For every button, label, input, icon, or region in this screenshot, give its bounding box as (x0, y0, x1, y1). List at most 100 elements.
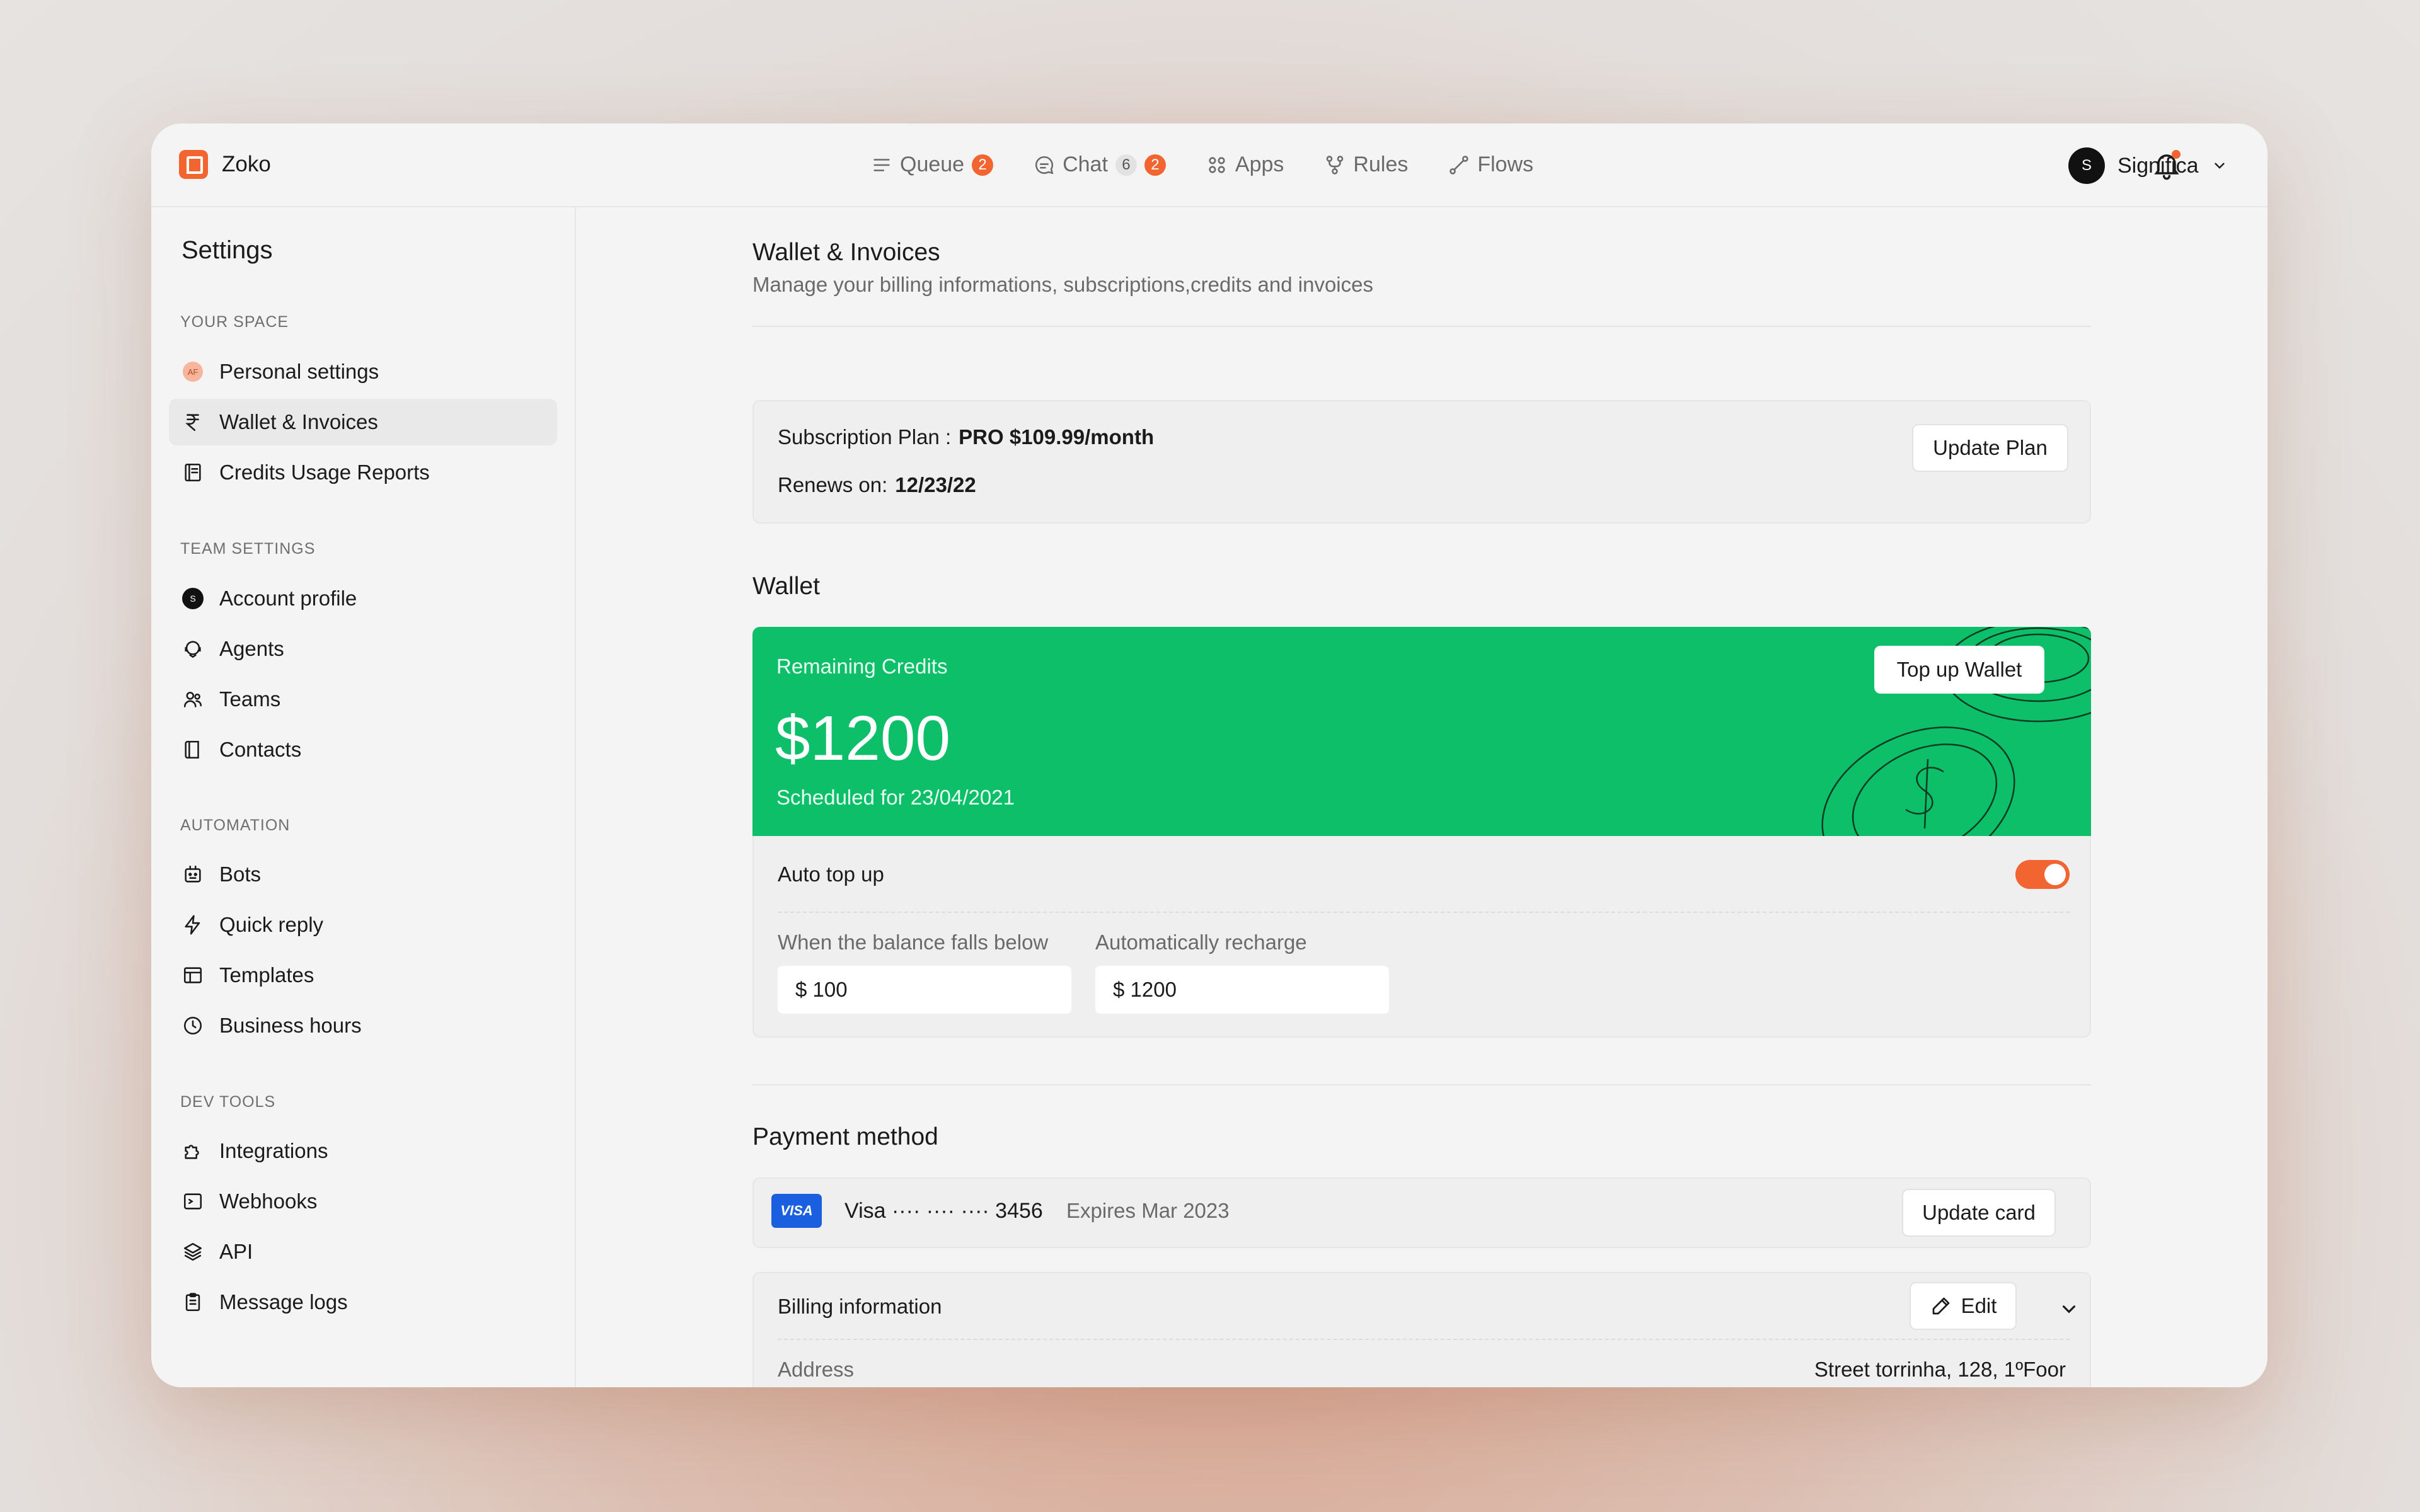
nav-flows[interactable]: Flows (1448, 152, 1533, 177)
nav-flows-label: Flows (1477, 152, 1534, 176)
template-icon (182, 964, 204, 987)
bot-icon (182, 863, 204, 886)
sidebar-item-label: Integrations (219, 1139, 328, 1162)
threshold-input[interactable]: $ 100 (778, 966, 1071, 1014)
main-nav: Queue 2 Chat 6 2 Apps Rules Flows (871, 123, 1533, 206)
layers-icon (182, 1240, 204, 1263)
sidebar-item-label: Quick reply (219, 913, 324, 936)
sidebar-item-quick-reply[interactable]: Quick reply (169, 902, 557, 948)
nav-queue[interactable]: Queue 2 (871, 152, 994, 177)
sidebar-item-agents[interactable]: Agents (169, 626, 557, 672)
auto-top-up-label: Auto top up (778, 862, 884, 886)
header-divider (752, 326, 2091, 327)
nav-chat[interactable]: Chat 6 2 (1034, 152, 1166, 177)
nav-apps-label: Apps (1235, 152, 1284, 176)
sidebar-item-integrations[interactable]: Integrations (169, 1128, 557, 1174)
lightning-icon (182, 914, 204, 936)
remaining-credits-label: Remaining Credits (776, 655, 948, 678)
chat-count-badge: 6 (1115, 154, 1137, 176)
sidebar-item-label: Account profile (219, 587, 357, 610)
visa-card-icon: VISA (771, 1194, 822, 1228)
clock-icon (182, 1014, 204, 1037)
sidebar-item-label: API (219, 1240, 253, 1263)
card-expiry: Expires Mar 2023 (1066, 1199, 1230, 1222)
subscription-plan-label: Subscription Plan : (778, 425, 952, 449)
nav-queue-label: Queue (900, 152, 965, 176)
top-up-wallet-button[interactable]: Top up Wallet (1874, 646, 2044, 694)
teams-icon (182, 688, 204, 711)
sidebar-item-message-logs[interactable]: Message logs (169, 1279, 557, 1326)
sidebar-item-label: Message logs (219, 1290, 348, 1314)
recharge-label: Automatically recharge (1095, 931, 1307, 954)
settings-sidebar: Settings YOUR SPACE AF Personal settings… (151, 207, 576, 1387)
renews-label: Renews on: (778, 473, 888, 496)
agents-icon (182, 638, 204, 660)
renews-row: Renews on: 12/23/22 (778, 473, 976, 497)
chevron-down-icon[interactable] (2058, 1298, 2080, 1320)
account-avatar-icon: S (182, 587, 204, 610)
sidebar-item-templates[interactable]: Templates (169, 952, 557, 999)
sidebar-item-label: Teams (219, 687, 281, 711)
sidebar-item-label: Agents (219, 637, 284, 660)
sidebar-item-teams[interactable]: Teams (169, 676, 557, 723)
update-plan-button[interactable]: Update Plan (1912, 424, 2068, 472)
sidebar-item-bots[interactable]: Bots (169, 851, 557, 898)
queue-count-badge: 2 (972, 154, 994, 176)
sidebar-item-label: Bots (219, 862, 262, 886)
apps-grid-icon (1209, 156, 1225, 173)
brand[interactable]: Zoko (179, 150, 271, 179)
sidebar-item-personal-settings[interactable]: AF Personal settings (169, 348, 557, 395)
renews-value: 12/23/22 (895, 473, 976, 496)
sidebar-item-webhooks[interactable]: Webhooks (169, 1178, 557, 1225)
avatar-af-icon: AF (182, 360, 204, 383)
app-name: Zoko (222, 152, 271, 176)
sidebar-item-label: Credits Usage Reports (219, 461, 430, 484)
edit-label: Edit (1961, 1294, 1997, 1317)
sidebar-item-label: Wallet & Invoices (219, 410, 378, 433)
scheduled-date: Scheduled for 23/04/2021 (776, 786, 1015, 809)
recharge-input[interactable]: $ 1200 (1095, 966, 1389, 1014)
user-menu[interactable]: S Significa (2068, 147, 2228, 184)
terminal-icon (182, 1190, 204, 1213)
wallet-divider (752, 1084, 2091, 1085)
sidebar-item-label: Business hours (219, 1014, 362, 1037)
main-content: Wallet & Invoices Manage your billing in… (576, 207, 2267, 1387)
top-bar: Zoko Queue 2 Chat 6 2 Apps Rules Flows S… (151, 123, 2267, 207)
page-subtitle: Manage your billing informations, subscr… (752, 273, 1373, 296)
billing-information-label: Billing information (778, 1295, 942, 1318)
sidebar-item-contacts[interactable]: Contacts (169, 726, 557, 773)
section-your-space: YOUR SPACE (180, 313, 289, 331)
section-automation: AUTOMATION (180, 816, 291, 834)
auto-top-up-panel: Auto top up When the balance falls below… (752, 836, 2091, 1038)
section-dev-tools: DEV TOOLS (180, 1093, 276, 1111)
sidebar-item-business-hours[interactable]: Business hours (169, 1002, 557, 1049)
auto-top-up-toggle[interactable] (2015, 860, 2070, 889)
wallet-balance-card: Remaining Credits $1200 Scheduled for 23… (752, 627, 2091, 836)
rupee-icon (182, 411, 204, 433)
payment-card-row: VISA Visa ···· ···· ···· 3456 Expires Ma… (752, 1177, 2091, 1248)
sidebar-item-account-profile[interactable]: S Account profile (169, 575, 557, 622)
sidebar-item-credits-usage-reports[interactable]: Credits Usage Reports (169, 449, 557, 496)
edit-billing-button[interactable]: Edit (1910, 1282, 2017, 1330)
app-window: Zoko Queue 2 Chat 6 2 Apps Rules Flows S… (151, 123, 2267, 1387)
list-icon (873, 158, 890, 171)
payment-method-title: Payment method (752, 1123, 938, 1150)
billing-information-card: Billing information Edit Address Street … (752, 1272, 2091, 1387)
section-team-settings: TEAM SETTINGS (180, 540, 316, 558)
report-icon (182, 461, 204, 484)
page-title: Wallet & Invoices (752, 239, 940, 266)
sidebar-item-label: Contacts (219, 738, 302, 761)
sidebar-item-wallet-invoices[interactable]: Wallet & Invoices (169, 399, 557, 445)
user-avatar: S (2068, 147, 2105, 184)
chevron-down-icon (2214, 163, 2225, 169)
sidebar-item-api[interactable]: API (169, 1228, 557, 1275)
nav-rules[interactable]: Rules (1324, 152, 1408, 177)
sidebar-item-label: Webhooks (219, 1189, 318, 1213)
notification-dot (2172, 150, 2181, 159)
pencil-icon (1932, 1297, 1949, 1315)
nav-apps[interactable]: Apps (1206, 152, 1284, 177)
subscription-plan-value: PRO $109.99/month (959, 425, 1155, 449)
nav-chat-label: Chat (1063, 152, 1108, 176)
update-card-button[interactable]: Update card (1902, 1189, 2056, 1237)
zoko-logo-icon (179, 150, 208, 179)
